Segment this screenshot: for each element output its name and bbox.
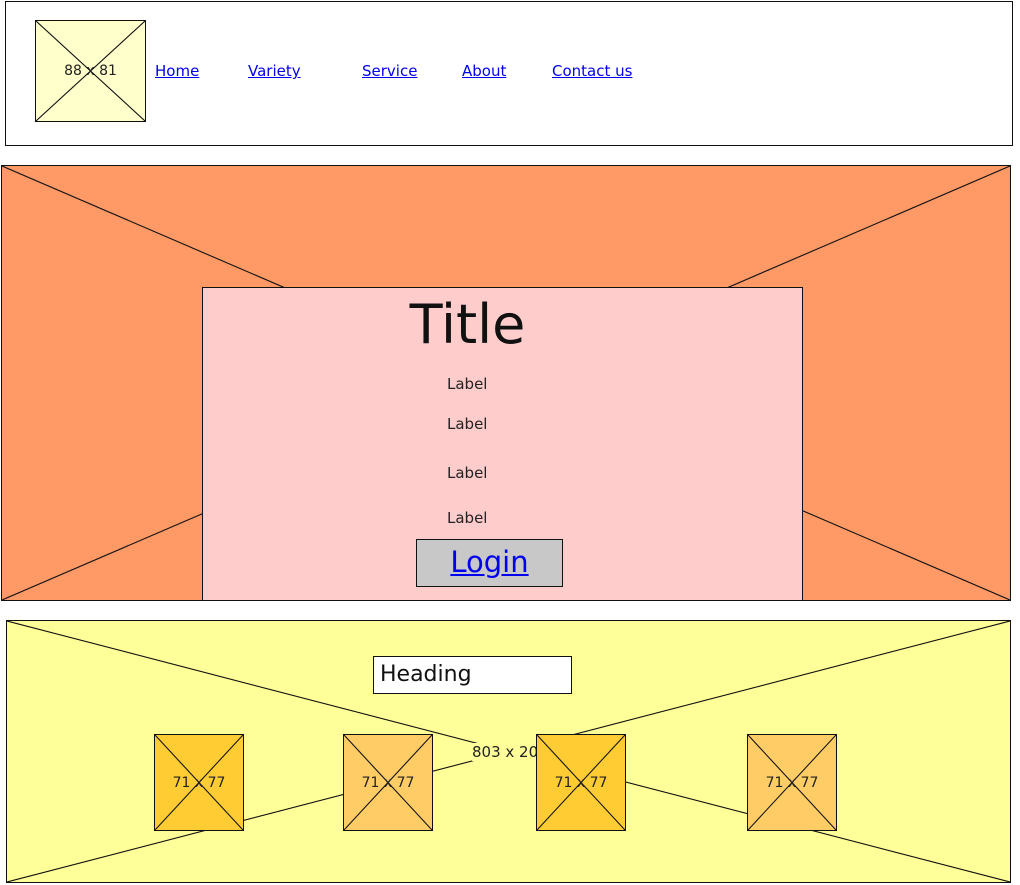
- footer-placeholder-size: 803 x 20: [472, 743, 539, 761]
- thumbnail-image[interactable]: 71 x 77: [154, 734, 244, 831]
- nav-link-contact-us[interactable]: Contact us: [552, 62, 632, 80]
- page-title: Title: [409, 293, 526, 356]
- form-label: Label: [447, 509, 488, 527]
- thumbnail-size-label: 71 x 77: [554, 774, 608, 791]
- thumbnail-size-label: 71 x 77: [172, 774, 226, 791]
- nav-link-service[interactable]: Service: [362, 62, 417, 80]
- login-button[interactable]: Login: [416, 539, 563, 587]
- thumbnail-image[interactable]: 71 x 77: [343, 734, 433, 831]
- nav-link-variety[interactable]: Variety: [248, 62, 301, 80]
- form-label: Label: [447, 415, 488, 433]
- thumbnail-image[interactable]: 71 x 77: [747, 734, 837, 831]
- nav-link-about[interactable]: About: [462, 62, 506, 80]
- nav-link-home[interactable]: Home: [155, 62, 199, 80]
- thumbnail-size-label: 71 x 77: [361, 774, 415, 791]
- section-heading: Heading: [373, 656, 572, 694]
- thumbnail-size-label: 71 x 77: [765, 774, 819, 791]
- logo-image-placeholder: 88 x 81: [35, 20, 146, 122]
- form-label: Label: [447, 375, 488, 393]
- form-label: Label: [447, 464, 488, 482]
- logo-placeholder-size: 88 x 81: [64, 63, 117, 79]
- thumbnail-image[interactable]: 71 x 77: [536, 734, 626, 831]
